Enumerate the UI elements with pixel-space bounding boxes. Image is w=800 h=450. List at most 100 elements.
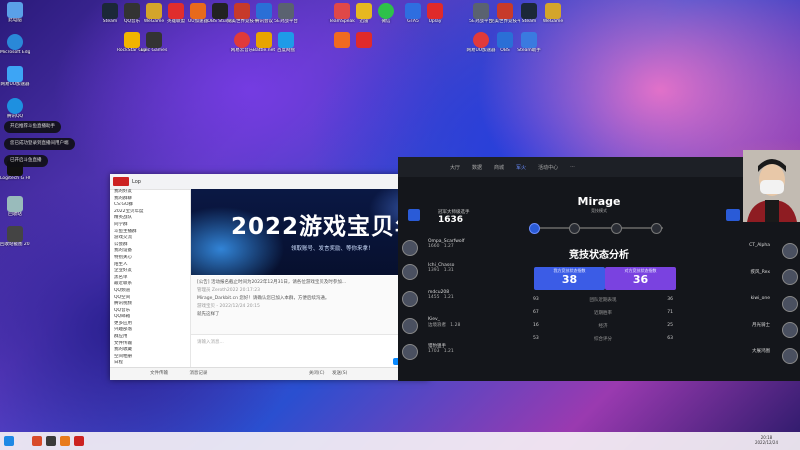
qq-list-item[interactable]: 黑名单 [110, 275, 190, 282]
desktop-icon-uu[interactable]: 网易UU加速器 [0, 66, 30, 87]
nav-item[interactable]: 数据 [472, 164, 482, 171]
status-item[interactable]: 消息记录 [189, 371, 207, 376]
app-icon [334, 32, 350, 48]
player-stats: 1455 1.21 [428, 295, 498, 300]
player-rating: 1.21 [443, 349, 454, 354]
desktop-icon-r4[interactable]: WeGame [538, 3, 568, 24]
left-player-row[interactable]: mdcu208 1455 1.21 [402, 290, 498, 312]
left-player-row[interactable]: Ichi_Chasso 1391 1.31 [402, 263, 498, 285]
player-stats: 1703 1.21 [428, 349, 498, 354]
qq-list-item[interactable]: 空间相册 [110, 354, 190, 361]
desktop-icon-baidu[interactable]: 百度网盘 [271, 32, 301, 53]
chat-line: 游戏宝贝 - 2022/12/24 20:15 [197, 304, 260, 309]
qq-list-item[interactable]: 游戏交流 [110, 235, 190, 242]
start-icon[interactable] [4, 436, 14, 446]
taskbar-app-icon[interactable] [60, 436, 70, 446]
status-item[interactable]: 发送(S) [332, 371, 347, 376]
qq-list-item[interactable]: 公会群 [110, 242, 190, 249]
message-input[interactable]: 请输入消息... [191, 335, 429, 349]
status-item[interactable]: 关闭(C) [309, 371, 325, 376]
qq-list-item[interactable]: QQ音乐 [110, 308, 190, 315]
qq-contact-list: 我的好友 我的群聊 CS:GO群 2022宝贝年度 精英战队 同学群 斗鱼主播群… [110, 189, 191, 368]
qq-list-item[interactable]: 我的收藏 [110, 347, 190, 354]
qq-list-item[interactable]: QQ空间 [110, 295, 190, 302]
taskbar-app-icon[interactable] [46, 436, 56, 446]
qq-list-item[interactable]: 陌生人 [110, 262, 190, 269]
qq-list-item[interactable]: 群应用 [110, 334, 190, 341]
player-name: 月光骑士 [752, 323, 770, 328]
5e-icon [278, 3, 294, 19]
row-label: 近期胜率 [594, 311, 612, 316]
left-player-row[interactable]: Ompa_Scarfwolf 1660 1.27 [402, 239, 498, 261]
desktop-icon-this-pc[interactable]: 此电脑 [0, 2, 30, 23]
qq-list-item[interactable]: 斗鱼主播群 [110, 229, 190, 236]
qq-list-item[interactable]: 我的群聊 [110, 196, 190, 203]
right-player-row[interactable]: kiwi_one [710, 296, 798, 318]
notification-1[interactable]: 开启推荐斗鱼直播助手 [4, 121, 61, 133]
desktop-icon-epic[interactable]: Epic Games [139, 32, 169, 53]
qq-list-item[interactable]: 最近联系 [110, 281, 190, 288]
qq-window-title: Lop [132, 178, 141, 185]
taskbar-app-icon[interactable] [32, 436, 42, 446]
section-title: 竞技状态分析 [569, 250, 629, 261]
desktop-icon-wechat[interactable]: 微信 [371, 3, 401, 24]
qq-icon [7, 98, 23, 114]
progress-step [651, 223, 662, 234]
desktop-icon-edge[interactable]: Microsoft Edge [0, 34, 30, 55]
qq-list-item[interactable]: 腾讯视频 [110, 301, 190, 308]
left-player-row[interactable]: Kiev_ 边境浪者 1.28 [402, 317, 498, 339]
qq-list-item[interactable]: 精英战队 [110, 215, 190, 222]
qq-list-item[interactable]: 更多应用 [110, 321, 190, 328]
nav-item[interactable]: 商城 [494, 164, 504, 171]
taskbar-clock[interactable]: 20:18 2022/12/24 [755, 435, 778, 445]
qq-announcement-banner[interactable]: 2022游戏宝贝年度 领取账号、发言奖励、等你来拿！ [191, 189, 429, 275]
desktop-icon-qq[interactable]: 腾讯QQ [0, 98, 30, 119]
steam-helper-icon [521, 32, 537, 48]
cloud-icon [278, 32, 294, 48]
qq-list-item[interactable]: 特别关心 [110, 255, 190, 262]
uu-icon [190, 3, 206, 19]
epic-icon [146, 32, 162, 48]
left-val: 53 [533, 336, 539, 341]
right-player-row[interactable]: 疾风_Rex [710, 269, 798, 291]
right-player-row[interactable]: 月光骑士 [710, 322, 798, 344]
qq-list-item[interactable]: 我的设备 [110, 248, 190, 255]
notification-2[interactable]: 您已成功登录到直播间用户端 [4, 138, 75, 150]
avatar [782, 243, 798, 259]
status-item[interactable]: 文件传输 [150, 371, 168, 376]
left-player-row[interactable]: 猎豹狙手 1703 1.21 [402, 343, 498, 365]
right-player-row[interactable]: CT_Alpha [710, 243, 798, 265]
desktop-icon-recycle[interactable]: 回收站 [0, 196, 30, 217]
player-score: 1703 [428, 349, 440, 354]
right-player-row[interactable]: 大展鸿图 [710, 348, 798, 370]
qq-list-item[interactable]: QQ邮箱 [110, 314, 190, 321]
desktop-icon-extra2[interactable] [349, 32, 379, 48]
player-stats: 1660 1.27 [428, 244, 498, 249]
qq-list-item[interactable]: CS:GO群 [110, 202, 190, 209]
taskbar-app-icon[interactable] [74, 436, 84, 446]
score-value: 38 [561, 273, 578, 286]
desktop-icon-5e[interactable]: 5E对战平台 [271, 3, 301, 24]
desktop-icon-uplay[interactable]: Uplay [420, 3, 450, 24]
qq-list-item[interactable]: 我的好友 [110, 189, 190, 196]
player-score: 1455 [428, 295, 440, 300]
qq-list-item[interactable]: QQ频道 [110, 288, 190, 295]
desktop-icon-r7[interactable]: Steam助手 [514, 32, 544, 53]
recycle-bin-icon [7, 196, 23, 212]
qq-message-input-area[interactable]: 请输入消息... [191, 334, 429, 369]
qq-list-item[interactable]: 兴趣部落 [110, 327, 190, 334]
streamer-camera-feed [743, 150, 800, 222]
qq-list-item[interactable]: 文件传输 [110, 341, 190, 348]
notification-3[interactable]: 已开启斗鱼直播 [4, 155, 48, 167]
desktop-icon-screenshot[interactable]: 回收站截图 2022/10/... [0, 226, 30, 247]
nav-item[interactable]: ··· [570, 164, 575, 170]
qq-list-item[interactable]: 2022宝贝年度 [110, 209, 190, 216]
score-value: 36 [632, 273, 649, 286]
left-val: 67 [533, 310, 539, 315]
qq-list-item[interactable]: 企业好友 [110, 268, 190, 275]
nav-item[interactable]: 军火 [516, 164, 526, 171]
nav-item[interactable]: 活动中心 [538, 164, 558, 171]
player-rating: 1.28 [450, 323, 461, 328]
nav-item[interactable]: 大厅 [450, 164, 460, 171]
qq-list-item[interactable]: 同学群 [110, 222, 190, 229]
